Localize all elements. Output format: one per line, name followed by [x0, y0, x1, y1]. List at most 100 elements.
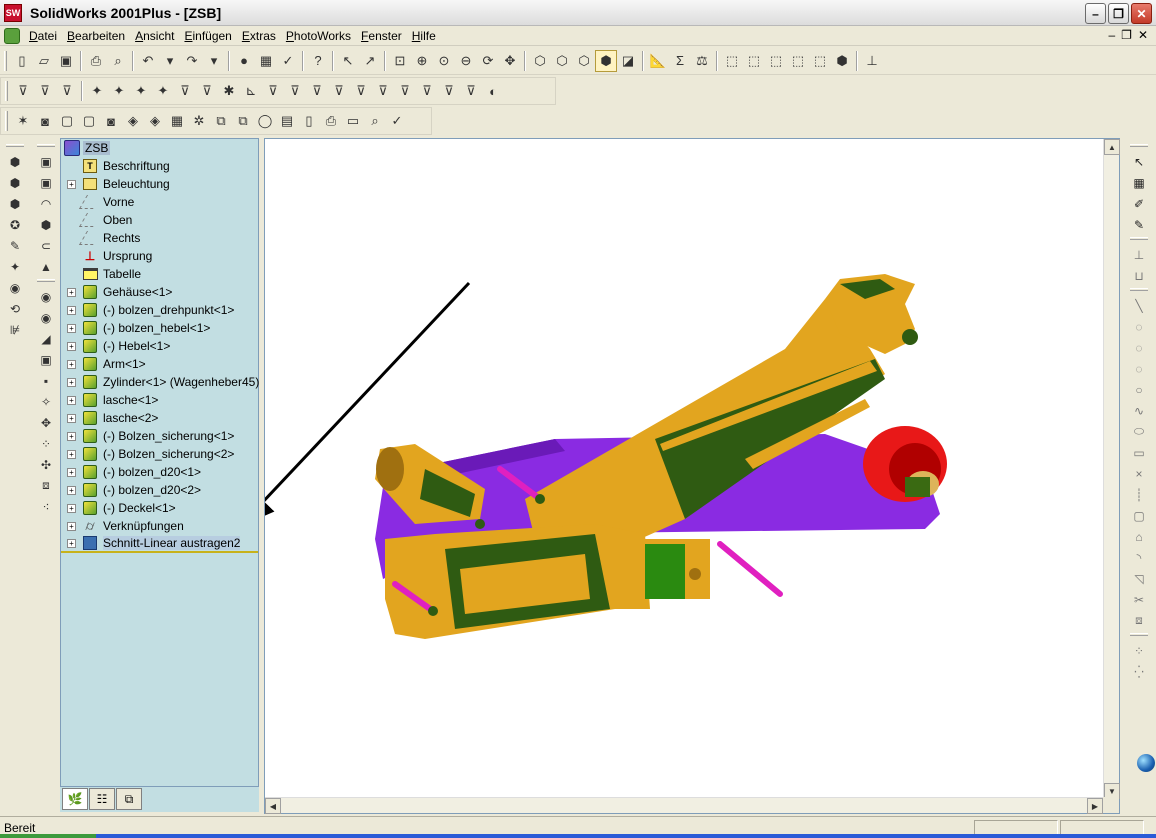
select-icon[interactable]: ↖ [337, 50, 359, 72]
solidworks-logo-icon[interactable]: SW [4, 3, 22, 22]
redo-icon[interactable]: ↷ [181, 50, 203, 72]
grid-options-icon[interactable]: ▦ [255, 50, 277, 72]
close-button[interactable]: ✕ [1131, 3, 1152, 24]
circle-icon[interactable]: ○ [1129, 379, 1149, 400]
render-selection-icon[interactable]: ▢ [78, 110, 100, 132]
view-isometric-icon[interactable]: ⬢ [831, 50, 853, 72]
tree-item[interactable]: + (-) bolzen_drehpunkt<1> [61, 301, 258, 319]
expand-icon[interactable]: + [67, 503, 76, 513]
filter-blocks-icon[interactable]: ⊽ [416, 80, 438, 102]
options-icon[interactable]: ✓ [386, 110, 408, 132]
expand-icon[interactable]: + [67, 179, 76, 189]
centerpoint-arc-icon[interactable]: ◌ [1129, 337, 1149, 358]
tree-item[interactable]: Rechts [61, 229, 258, 247]
tangent-arc-icon[interactable]: ◌ [1129, 316, 1149, 337]
display-icon[interactable]: ▭ [342, 110, 364, 132]
rotate-component-icon[interactable]: ✦ [152, 80, 174, 102]
undo-dropdown-icon[interactable]: ▾ [159, 50, 181, 72]
dome-icon[interactable]: ◢ [36, 328, 56, 349]
edit-part-icon[interactable]: ✎ [5, 235, 25, 256]
scroll-right-icon[interactable]: ▶ [1087, 798, 1103, 814]
wizard-icon[interactable]: ✧ [36, 391, 56, 412]
expand-icon[interactable]: + [67, 341, 76, 351]
doc-restore-button[interactable]: ❐ [1121, 28, 1132, 42]
wireframe-icon[interactable]: ⬡ [529, 50, 551, 72]
add-relation-icon[interactable]: ⊥ [1129, 244, 1149, 265]
toolbar-grip[interactable] [5, 111, 8, 131]
grid-icon[interactable]: ▦ [1129, 172, 1149, 193]
traffic-light-icon[interactable]: ● [233, 50, 255, 72]
smart-dimension-icon[interactable]: ✎ [1129, 214, 1149, 235]
shell-icon[interactable]: ⊂ [36, 235, 56, 256]
toolbar-grip[interactable] [4, 50, 7, 71]
equations-icon[interactable]: Σ [669, 50, 691, 72]
expand-icon[interactable]: + [67, 431, 76, 441]
sketch-icon[interactable]: ✐ [1129, 193, 1149, 214]
print-icon[interactable]: ⎙ [85, 50, 107, 72]
tree-item[interactable]: + (-) bolzen_d20<2> [61, 481, 258, 499]
mass-properties-icon[interactable]: ⚖ [691, 50, 713, 72]
rebuild-icon[interactable]: ✓ [277, 50, 299, 72]
tree-item[interactable]: + (-) Bolzen_sicherung<1> [61, 427, 258, 445]
split-icon[interactable]: ▣ [36, 349, 56, 370]
view-back-icon[interactable]: ⬚ [743, 50, 765, 72]
expand-icon[interactable]: + [67, 323, 76, 333]
expand-icon[interactable]: + [67, 449, 76, 459]
expand-icon[interactable]: + [67, 467, 76, 477]
extrude-icon[interactable]: ⬢ [5, 151, 25, 172]
vertical-scrollbar[interactable]: ▲ ▼ [1103, 139, 1120, 799]
tree-item[interactable]: Vorne [61, 193, 258, 211]
exploded-view-icon[interactable]: ⟲ [5, 298, 25, 319]
minimize-button[interactable]: – [1085, 3, 1106, 24]
tree-item[interactable]: + (-) bolzen_hebel<1> [61, 319, 258, 337]
offset-entities-icon[interactable]: ⌂ [1129, 526, 1149, 547]
view-front-icon[interactable]: ⬚ [721, 50, 743, 72]
point-icon[interactable]: × [1129, 463, 1149, 484]
globe-icon[interactable] [1137, 754, 1155, 772]
toolbar-grip[interactable] [5, 81, 8, 101]
tree-item[interactable]: T Beschriftung [61, 157, 258, 175]
filter-cosmetic-icon[interactable]: ⊽ [438, 80, 460, 102]
filter-surface-icon[interactable]: ⊽ [328, 80, 350, 102]
zoom-in-out-icon[interactable]: ⊙ [433, 50, 455, 72]
menu-extras[interactable]: Extras [237, 29, 281, 43]
mirror-icon[interactable]: ⧈ [36, 475, 56, 496]
view-left-icon[interactable]: ⬚ [765, 50, 787, 72]
help-icon[interactable]: ? [307, 50, 329, 72]
start-button-edge[interactable] [0, 834, 96, 838]
filter-edges-icon[interactable]: ⊽ [34, 80, 56, 102]
select-filter-icon[interactable]: ↗ [359, 50, 381, 72]
linear-pattern-icon[interactable]: ⁘ [36, 433, 56, 454]
tab-property-manager[interactable]: ☷ [89, 788, 115, 810]
hidden-lines-removed-icon[interactable]: ⬡ [573, 50, 595, 72]
fillet-icon[interactable]: ◠ [36, 193, 56, 214]
view-top-icon[interactable]: ⬚ [809, 50, 831, 72]
decal-icon[interactable]: ◈ [144, 110, 166, 132]
cut-extrude-icon[interactable]: ▣ [36, 151, 56, 172]
hidden-lines-visible-icon[interactable]: ⬡ [551, 50, 573, 72]
filter-faces-icon[interactable]: ⊽ [56, 80, 78, 102]
tree-item[interactable]: + (-) Hebel<1> [61, 337, 258, 355]
texture-icon[interactable]: ◯ [254, 110, 276, 132]
shaded-icon[interactable]: ⬢ [595, 49, 617, 72]
select-arrow-icon[interactable]: ↖ [1129, 151, 1149, 172]
convert-entities-icon[interactable]: ▢ [1129, 505, 1149, 526]
three-point-arc-icon[interactable]: ◌ [1129, 358, 1149, 379]
save-icon[interactable]: ▣ [55, 50, 77, 72]
shadow-icon[interactable]: ◪ [617, 50, 639, 72]
document-icon[interactable] [4, 27, 20, 44]
filter-datum-icon[interactable]: ⊽ [372, 80, 394, 102]
scroll-left-icon[interactable]: ◀ [265, 798, 281, 814]
filter-planes-icon[interactable]: ⊽ [262, 80, 284, 102]
copy-material-icon[interactable]: ⧉ [210, 110, 232, 132]
tree-root[interactable]: ZSB [61, 139, 258, 157]
move-component-icon[interactable]: ✦ [130, 80, 152, 102]
expand-icon[interactable]: + [67, 305, 76, 315]
filter-icon[interactable]: ⊽ [12, 80, 34, 102]
camera-icon[interactable]: ◙ [34, 110, 56, 132]
revolve-icon[interactable]: ⬢ [5, 172, 25, 193]
zoom-fit-icon[interactable]: ⊡ [389, 50, 411, 72]
pan-icon[interactable]: ✥ [499, 50, 521, 72]
sketch-fillet-icon[interactable]: ◝ [1129, 547, 1149, 568]
scene-icon[interactable]: ▦ [166, 110, 188, 132]
